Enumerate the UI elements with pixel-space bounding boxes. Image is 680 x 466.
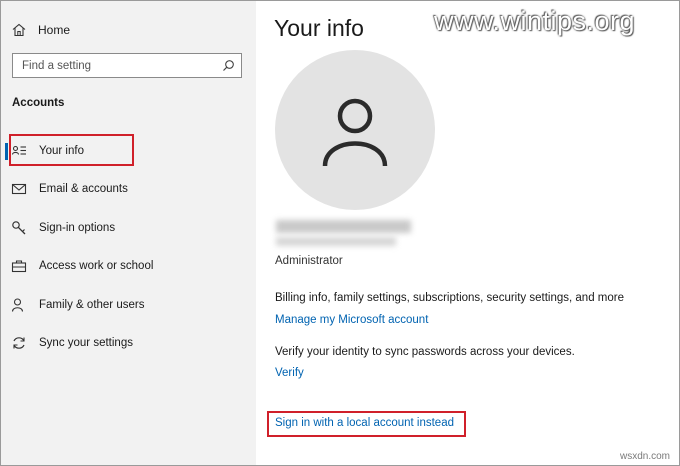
page-title: Your info <box>274 15 364 41</box>
sidebar-item-your-info[interactable]: Your info <box>11 140 84 162</box>
home-label: Home <box>38 23 71 37</box>
active-indicator <box>5 143 8 160</box>
home-icon <box>12 23 26 37</box>
person-card-icon <box>11 145 26 155</box>
briefcase-icon <box>11 260 27 273</box>
sidebar-item-label: Email & accounts <box>39 183 128 195</box>
sync-icon <box>13 337 25 349</box>
verify-link[interactable]: Verify <box>275 367 304 379</box>
search-input[interactable]: Find a setting <box>12 53 242 78</box>
user-icon <box>322 98 388 167</box>
sidebar-item-label: Access work or school <box>39 260 154 272</box>
mail-icon <box>11 183 27 195</box>
sidebar: Home Find a setting Accounts Your info E… <box>1 1 256 465</box>
section-title: Accounts <box>12 97 65 109</box>
avatar <box>275 50 435 210</box>
sidebar-item-sync-settings[interactable]: Sync your settings <box>11 332 133 354</box>
sidebar-item-access-work[interactable]: Access work or school <box>11 255 153 277</box>
sidebar-item-label: Your info <box>39 145 84 157</box>
sidebar-item-family-users[interactable]: Family & other users <box>11 294 144 316</box>
sidebar-item-label: Sign-in options <box>39 222 116 234</box>
credit-watermark: wsxdn.com <box>619 451 670 462</box>
key-icon <box>12 221 26 235</box>
sidebar-item-sign-in-options[interactable]: Sign-in options <box>11 217 115 239</box>
account-role: Administrator <box>275 255 343 267</box>
verify-description: Verify your identity to sync passwords a… <box>275 346 575 358</box>
redacted-user-name <box>276 220 411 233</box>
search-icon[interactable] <box>222 59 235 72</box>
sidebar-item-email-accounts[interactable]: Email & accounts <box>11 178 128 200</box>
billing-description: Billing info, family settings, subscript… <box>275 292 624 304</box>
sign-in-local-account-link[interactable]: Sign in with a local account instead <box>275 417 454 429</box>
person-add-icon <box>11 298 24 312</box>
watermark: www.wintips.org <box>434 6 636 36</box>
manage-account-link[interactable]: Manage my Microsoft account <box>275 314 428 326</box>
sidebar-item-label: Family & other users <box>39 299 145 311</box>
redacted-user-email <box>276 237 396 246</box>
sidebar-item-label: Sync your settings <box>39 337 133 349</box>
search-placeholder: Find a setting <box>22 60 92 72</box>
main-content: Your info www.wintips.org Administrator … <box>256 1 679 465</box>
nav-home[interactable]: Home <box>11 20 70 40</box>
